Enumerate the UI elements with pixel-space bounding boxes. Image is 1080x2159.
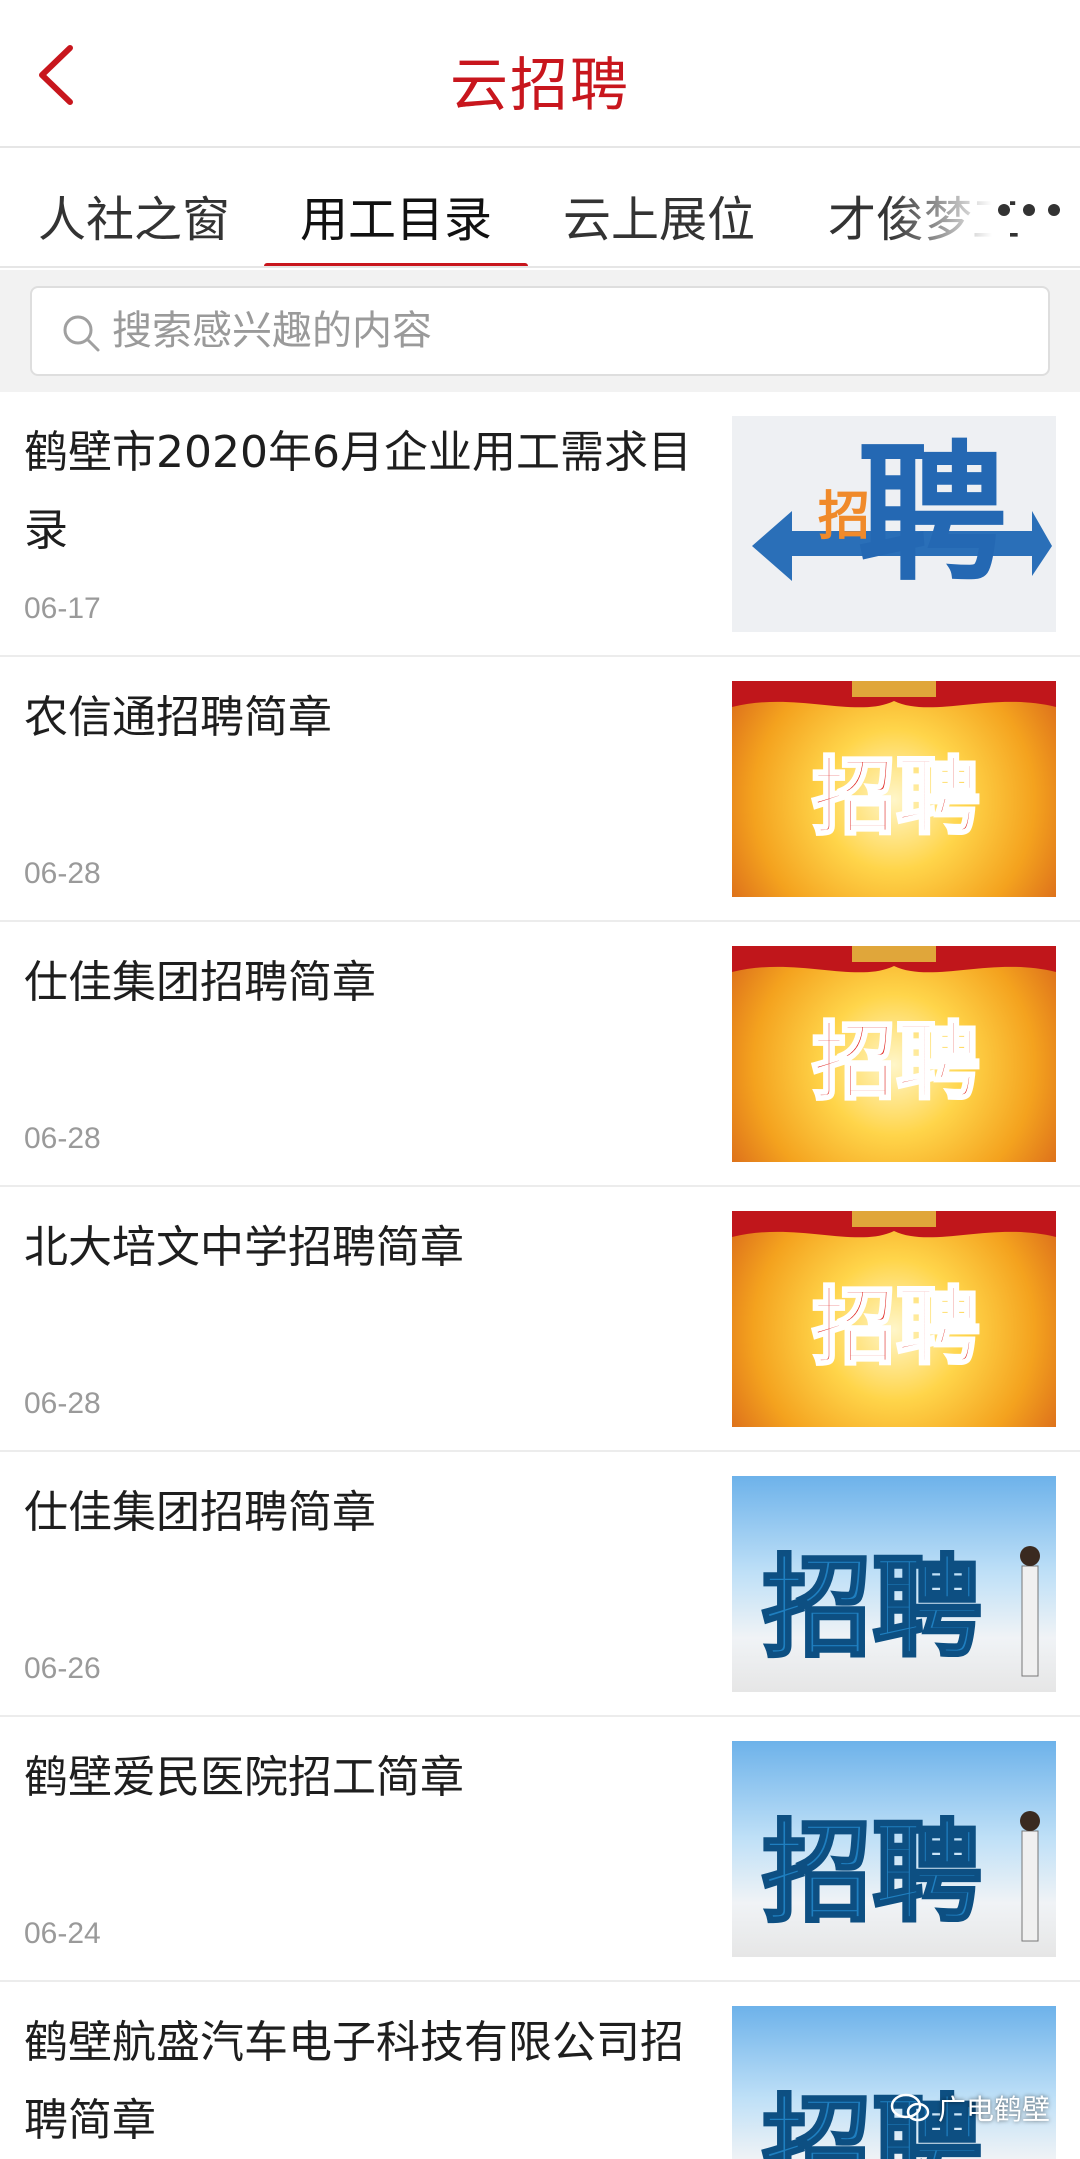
- blue-3d-poster: 招聘: [761, 1808, 1040, 1942]
- search-input[interactable]: [112, 298, 1012, 364]
- red-curtain-poster: 招聘: [732, 1211, 1056, 1378]
- thumb-poster-text: 招聘: [762, 1544, 982, 1672]
- list-item[interactable]: 农信通招聘简章 06-28 招聘: [0, 657, 1080, 922]
- active-tab-indicator: [264, 263, 528, 266]
- thumb-poster-text: 招聘: [762, 1809, 982, 1937]
- item-date: 06-28: [24, 857, 101, 890]
- thumb-small-text: 招: [818, 487, 870, 547]
- thumb-poster-text: 招聘: [812, 748, 980, 846]
- tab-fade: [890, 150, 1010, 266]
- list-item[interactable]: 仕佳集团招聘简章 06-28 招聘: [0, 922, 1080, 1187]
- category-tabs: 人社之窗 用工目录 云上展位 才俊梦工: [0, 150, 1080, 268]
- thumb-big-text: 聘: [857, 428, 1007, 602]
- thumb-poster-text: 招聘: [812, 1278, 980, 1376]
- search-box[interactable]: [30, 286, 1050, 376]
- item-title: 鹤壁爱民医院招工简章: [24, 1752, 464, 1803]
- list-item[interactable]: 鹤壁航盛汽车电子科技有限公司招聘简章 招聘: [0, 1982, 1080, 2159]
- article-list: 鹤壁市2020年6月企业用工需求目录 06-17 聘 招 农信通招聘简章 06-…: [0, 392, 1080, 2159]
- search-icon: [63, 315, 100, 352]
- item-thumbnail: 招聘: [732, 681, 1056, 897]
- item-title: 鹤壁市2020年6月企业用工需求目录: [24, 427, 692, 556]
- page-title: 云招聘: [449, 51, 630, 119]
- item-date: 06-28: [24, 1387, 101, 1420]
- item-thumbnail: 聘 招: [732, 416, 1056, 632]
- blue-3d-poster: 招聘: [761, 1543, 1040, 1677]
- item-date: 06-24: [24, 1917, 101, 1950]
- item-title: 北大培文中学招聘简章: [24, 1222, 464, 1273]
- item-title: 农信通招聘简章: [24, 692, 332, 743]
- recruitment-arrow-graphic: 聘 招: [752, 428, 1052, 602]
- tab-yunshang[interactable]: 云上展位: [563, 180, 755, 250]
- item-date: 06-26: [24, 1652, 101, 1685]
- search-bar-area: [0, 270, 1080, 392]
- tab-yonggong[interactable]: 用工目录: [300, 180, 492, 250]
- item-thumbnail: 招聘: [732, 1211, 1056, 1427]
- item-date: 06-28: [24, 1122, 101, 1155]
- blue-3d-poster: 招聘: [761, 2083, 984, 2159]
- item-thumbnail: 招聘: [732, 1476, 1056, 1692]
- item-thumbnail: 招聘: [732, 1741, 1056, 1957]
- item-thumbnail: 招聘: [732, 2006, 1056, 2159]
- tab-renshe[interactable]: 人社之窗: [38, 180, 230, 250]
- app-header: 云招聘: [0, 0, 1080, 148]
- list-item[interactable]: 北大培文中学招聘简章 06-28 招聘: [0, 1187, 1080, 1452]
- red-curtain-poster: 招聘: [732, 681, 1056, 848]
- watermark-text: 广电鹤壁: [937, 2093, 1050, 2126]
- list-item[interactable]: 鹤壁市2020年6月企业用工需求目录 06-17 聘 招: [0, 392, 1080, 657]
- more-dots-icon[interactable]: [994, 190, 1064, 230]
- item-title: 仕佳集团招聘简章: [24, 1487, 376, 1538]
- item-title: 仕佳集团招聘简章: [24, 957, 376, 1008]
- list-item[interactable]: 仕佳集团招聘简章 06-26 招聘: [0, 1452, 1080, 1717]
- item-thumbnail: 招聘: [732, 946, 1056, 1162]
- list-item[interactable]: 鹤壁爱民医院招工简章 06-24 招聘: [0, 1717, 1080, 1982]
- watermark: 广电鹤壁: [890, 2088, 1050, 2128]
- item-title: 鹤壁航盛汽车电子科技有限公司招聘简章: [24, 2017, 684, 2146]
- wechat-icon: [890, 2093, 930, 2122]
- thumb-poster-text: 招聘: [812, 1013, 980, 1111]
- item-date: 06-17: [24, 592, 101, 625]
- red-curtain-poster: 招聘: [732, 946, 1056, 1113]
